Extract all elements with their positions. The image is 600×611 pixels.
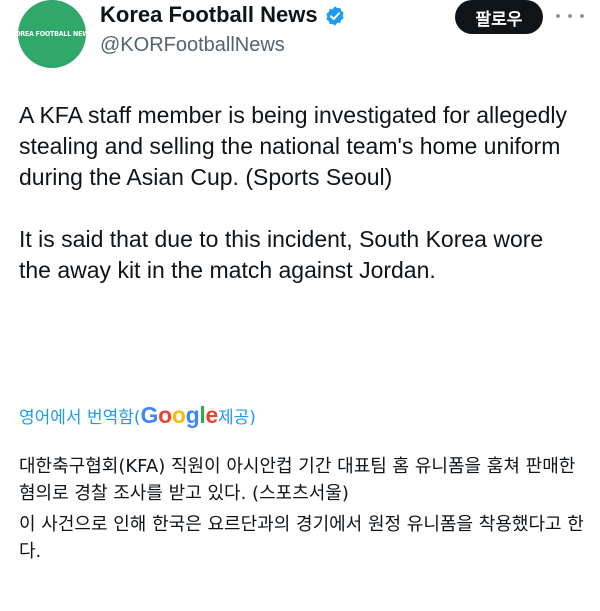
more-dot (580, 14, 584, 18)
translation-attribution[interactable]: 영어에서 번역함( Google 제공) (19, 402, 256, 429)
translated-paragraph: 이 사건으로 인해 한국은 요르단과의 경기에서 원정 유니폼을 착용했다고 한… (19, 514, 584, 562)
more-dot (556, 14, 560, 18)
translated-paragraph: 대한축구협회(KFA) 직원이 아시안컵 기간 대표팀 홈 유니폼을 훔쳐 판매… (19, 456, 576, 504)
tweet-paragraph: A KFA staff member is being investigated… (19, 102, 568, 190)
follow-button[interactable]: 팔로우 (455, 0, 543, 34)
tweet-paragraph: It is said that due to this incident, So… (19, 226, 544, 283)
translation-suffix: 제공) (217, 408, 256, 428)
translation-prefix: 영어에서 번역함( (19, 408, 141, 428)
author-display-name[interactable]: Korea Football News (100, 2, 318, 28)
translated-body: 대한축구협회(KFA) 직원이 아시안컵 기간 대표팀 홈 유니폼을 훔쳐 판매… (19, 453, 589, 565)
verified-badge-icon (326, 6, 344, 26)
author-handle[interactable]: @KORFootballNews (100, 34, 285, 57)
google-logo: Google (140, 402, 219, 428)
avatar[interactable]: KOREA FOOTBALL NEWS (11, 0, 93, 68)
tweet-body: A KFA staff member is being investigated… (19, 100, 579, 286)
more-horizontal-icon[interactable] (556, 6, 584, 26)
tweet-header: KOREA FOOTBALL NEWS Korea Football News … (0, 0, 600, 80)
avatar-logo-text: KOREA FOOTBALL NEWS (10, 29, 94, 38)
more-dot (568, 14, 572, 18)
